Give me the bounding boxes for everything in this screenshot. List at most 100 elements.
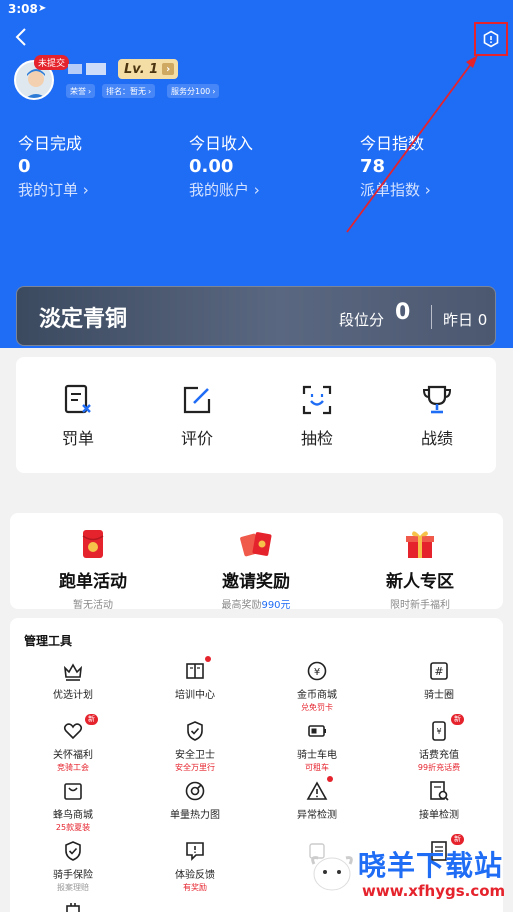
back-button[interactable] [12, 26, 32, 48]
stat-value: 0 [18, 156, 31, 177]
new-badge: 新 [451, 714, 464, 725]
tool-hummingbird-mall[interactable]: 蜂鸟商城 25款夏装 [18, 780, 128, 833]
location-arrow-icon: ➤ [38, 3, 47, 14]
quick-review[interactable]: 评价 [157, 383, 237, 449]
tool-label: 异常检测 [297, 810, 337, 821]
quick-label: 罚单 [61, 429, 94, 448]
promo-run-activity[interactable]: 跑单活动 暂无活动 [18, 527, 168, 611]
tool-sub: 有奖励 [183, 883, 207, 892]
tool-sub: 兑免罚卡 [301, 703, 333, 712]
tool-care-benefits[interactable]: 新 关怀福利 竞骑工会 [18, 714, 128, 773]
battery-icon [306, 720, 328, 742]
heart-icon: 新 [62, 714, 98, 742]
status-badge: 未提交 [34, 55, 70, 70]
quick-label: 战绩 [420, 429, 453, 448]
tool-safety-guard[interactable]: 安全卫士 安全万里行 [140, 720, 250, 773]
stat-value: 0.00 [189, 156, 234, 177]
svg-text:¥: ¥ [436, 727, 441, 736]
crown-icon [62, 660, 84, 682]
quick-record[interactable]: 战绩 [397, 383, 477, 449]
promo-title: 邀请奖励 [222, 572, 290, 592]
rank-score-label: 段位分 [339, 311, 385, 329]
tool-label: 优选计划 [53, 690, 93, 701]
tool-phone-recharge[interactable]: ¥ 新 话费充值 99折充话费 [384, 714, 494, 773]
tool-order-check[interactable]: 接单检测 [384, 780, 494, 821]
tool-preferred-plan[interactable]: 优选计划 [18, 660, 128, 701]
tool-rider-insurance[interactable]: 骑手保险 报案理赔 [18, 840, 128, 893]
tool-label: 话费充值 [419, 750, 459, 761]
level-text: Lv. 1 [124, 61, 159, 77]
edit-icon [180, 383, 214, 417]
order-check-icon [428, 780, 450, 802]
red-envelope-icon [76, 527, 110, 561]
stat-value: 78 [360, 156, 386, 177]
notification-dot [327, 776, 333, 782]
tool-label: 体验反馈 [175, 870, 215, 881]
settings-button[interactable] [474, 22, 508, 56]
tool-rider-ebike[interactable]: 骑士车电 可租车 [262, 720, 372, 773]
section-title: 管理工具 [24, 634, 73, 648]
status-time: 3:08 [8, 2, 38, 16]
my-orders-link[interactable]: 我的订单 › [18, 179, 89, 200]
rank-score: 0 [395, 300, 411, 325]
trophy-icon [420, 383, 454, 417]
honor-chip[interactable]: 荣誉 › [66, 84, 96, 98]
dispatch-index-link[interactable]: 派单指数 › [360, 179, 431, 200]
stat-label: 今日完成 [18, 134, 83, 153]
tool-sub: 99折充话费 [417, 763, 461, 772]
warning-icon [306, 776, 333, 802]
quick-penalty[interactable]: 罚单 [38, 383, 118, 449]
coin-icon: ¥ [306, 660, 328, 682]
tool-coin-mall[interactable]: ¥ 金币商城 兑免罚卡 [262, 660, 372, 713]
quick-spot-check[interactable]: 抽检 [277, 383, 357, 449]
svg-text:¥: ¥ [314, 667, 320, 678]
watermark-url: www.xfhygs.com [362, 882, 506, 900]
tool-order-heatmap[interactable]: 单量热力图 [140, 780, 250, 821]
rank-yesterday: 昨日 0 [443, 311, 488, 329]
insurance-icon [62, 840, 84, 862]
my-account-link[interactable]: 我的账户 › [189, 179, 260, 200]
book-icon [184, 656, 211, 682]
tool-item-partial[interactable] [18, 900, 128, 912]
level-badge[interactable]: Lv. 1 › [118, 59, 179, 79]
chip-label: 服务分100 [171, 86, 211, 96]
quick-label: 评价 [180, 429, 213, 448]
promo-title: 新人专区 [386, 572, 454, 592]
quick-label: 抽检 [300, 429, 333, 448]
tool-training-center[interactable]: 培训中心 [140, 656, 250, 701]
tool-label: 骑士车电 [297, 750, 337, 761]
tool-label: 培训中心 [175, 690, 215, 701]
ranking-chip[interactable]: 排名：暂无 › [102, 84, 156, 98]
service-score-chip[interactable]: 服务分100 › [167, 84, 220, 98]
stat-today-completed: 今日完成 0 我的订单 › [18, 130, 89, 200]
tool-anomaly-detection[interactable]: 异常检测 [262, 776, 372, 821]
tool-sub: 安全万里行 [175, 763, 215, 772]
username-blurred [66, 61, 110, 77]
tool-knight-circle[interactable]: # 骑士圈 [384, 660, 494, 701]
penalty-icon [61, 383, 95, 417]
chevron-left-icon [15, 28, 26, 46]
chip-label: 荣誉 [70, 86, 86, 96]
promo-newbie-zone[interactable]: 新人专区 限时新手福利 [345, 527, 495, 611]
stat-label: 今日指数 [360, 134, 425, 153]
stat-label: 今日收入 [189, 134, 254, 153]
bag-icon [62, 900, 84, 912]
promo-title: 跑单活动 [59, 572, 127, 592]
divider [431, 305, 432, 329]
sheep-logo-icon [310, 848, 354, 896]
face-scan-icon [300, 383, 334, 417]
rank-card[interactable]: 淡定青铜 段位分 0 昨日 0 [16, 286, 496, 346]
tool-experience-feedback[interactable]: 体验反馈 有奖励 [140, 840, 250, 893]
promo-invite-reward[interactable]: 邀请奖励 最高奖励990元 [181, 527, 331, 611]
hexagon-settings-icon [483, 30, 499, 48]
notification-dot [205, 656, 211, 662]
gift-box-icon [403, 527, 437, 561]
rank-name: 淡定青铜 [39, 307, 128, 332]
quick-actions-card: 罚单 评价 抽检 战绩 [16, 357, 496, 473]
promo-subtitle: 限时新手福利 [390, 600, 450, 611]
watermark: 晓羊下载站 www.xfhygs.com [298, 838, 513, 912]
promo-subtitle: 暂无活动 [73, 600, 113, 611]
shield-icon [184, 720, 206, 742]
tool-label: 金币商城 [297, 690, 337, 701]
svg-text:#: # [434, 665, 443, 678]
